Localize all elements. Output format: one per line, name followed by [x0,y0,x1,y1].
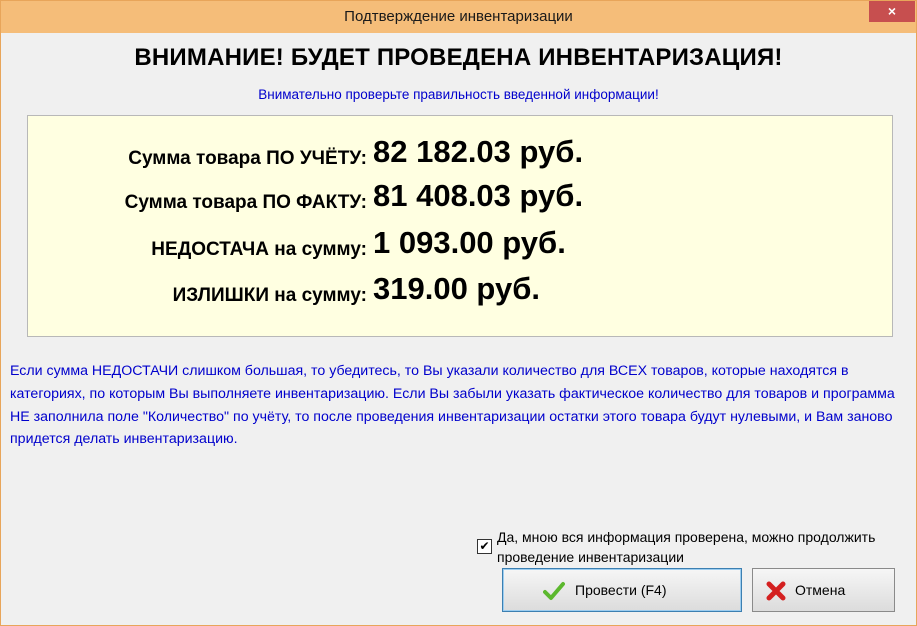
cancel-button-label: Отмена [795,582,846,598]
title-bar[interactable]: Подтверждение инвентаризации × [1,1,916,33]
summary-row-surplus: ИЗЛИШКИ на сумму: 319.00 руб. [28,271,892,309]
summary-label: Сумма товара ПО УЧЁТУ: [128,148,367,169]
x-icon [766,581,786,601]
summary-value: 319.00 руб. [373,271,540,306]
confirm-checkbox-label[interactable]: Да, мною вся информация проверена, можно… [497,527,897,567]
summary-panel: Сумма товара ПО УЧЁТУ: 82 182.03 руб. Су… [27,115,893,337]
shortage-note: Если сумма НЕДОСТАЧИ слишком большая, то… [10,363,895,448]
confirm-checkbox[interactable]: ✔ [477,539,492,554]
window-title: Подтверждение инвентаризации [344,8,573,25]
summary-value: 1 093.00 руб. [373,225,566,260]
warning-heading: ВНИМАНИЕ! БУДЕТ ПРОВЕДЕНА ИНВЕНТАРИЗАЦИЯ… [134,44,783,71]
summary-row-shortage: НЕДОСТАЧА на сумму: 1 093.00 руб. [28,225,892,263]
summary-label: НЕДОСТАЧА на сумму: [151,239,367,260]
summary-value: 81 408.03 руб. [373,178,584,213]
summary-row-actual: Сумма товара ПО ФАКТУ: 81 408.03 руб. [28,178,892,216]
summary-label: Сумма товара ПО ФАКТУ: [124,192,367,213]
check-icon [543,582,565,600]
cancel-button[interactable]: Отмена [752,568,895,612]
conduct-button[interactable]: Провести (F4) [502,568,742,612]
summary-label: ИЗЛИШКИ на сумму: [172,285,367,306]
conduct-button-label: Провести (F4) [575,582,667,598]
summary-row-accounting: Сумма товара ПО УЧЁТУ: 82 182.03 руб. [28,134,892,172]
summary-value: 82 182.03 руб. [373,134,584,169]
warning-subheading: Внимательно проверьте правильность введе… [258,87,659,102]
close-button[interactable]: × [869,1,915,22]
